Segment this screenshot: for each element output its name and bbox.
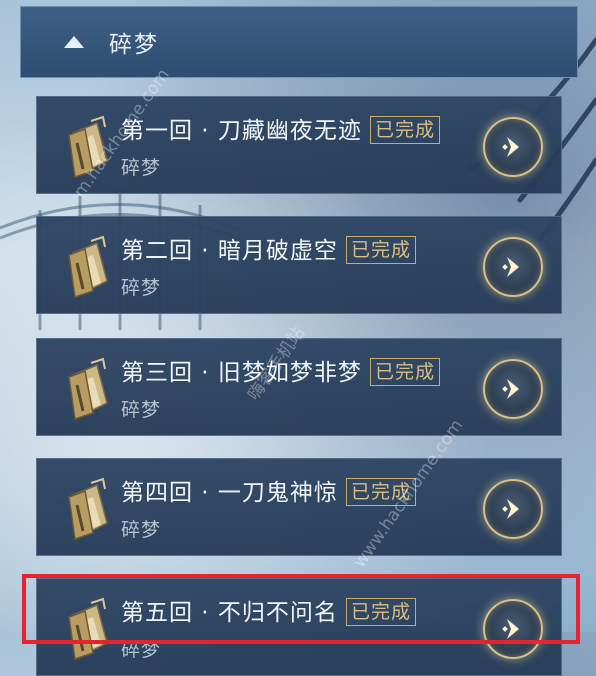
chapter-name: 第四回 · 一刀鬼神惊 [121, 480, 338, 506]
chapter-card-4[interactable]: 第四回 · 一刀鬼神惊 已完成 碎梦 [36, 458, 562, 556]
completed-badge: 已完成 [369, 358, 440, 386]
chapter-name: 第三回 · 旧梦如梦非梦 [121, 360, 362, 386]
chevron-right-icon [502, 499, 519, 519]
scroll-icon [68, 357, 108, 420]
completed-badge: 已完成 [369, 116, 440, 144]
go-button[interactable] [483, 237, 543, 297]
chapter-title: 第二回 · 暗月破虚空 已完成 [121, 231, 416, 265]
chapter-card-3[interactable]: 第三回 · 旧梦如梦非梦 已完成 碎梦 [36, 338, 562, 436]
chevron-right-icon [502, 379, 519, 399]
go-button[interactable] [483, 479, 543, 539]
chapter-name: 第一回 · 刀藏幽夜无迹 [121, 118, 362, 144]
chevron-up-icon [64, 36, 84, 48]
highlight-box [22, 574, 580, 644]
go-button[interactable] [483, 117, 543, 177]
chapter-title: 第一回 · 刀藏幽夜无迹 已完成 [121, 111, 440, 145]
chapter-subtitle: 碎梦 [121, 277, 162, 299]
completed-badge: 已完成 [345, 236, 416, 264]
chapter-subtitle: 碎梦 [121, 157, 162, 179]
scroll-icon [68, 477, 108, 540]
chevron-right-icon [502, 137, 519, 157]
chevron-right-icon [502, 257, 519, 277]
go-button[interactable] [483, 359, 543, 419]
chapter-title: 第四回 · 一刀鬼神惊 已完成 [121, 473, 416, 507]
chapter-subtitle: 碎梦 [121, 399, 162, 421]
category-title: 碎梦 [109, 32, 159, 58]
chapter-subtitle: 碎梦 [121, 519, 162, 541]
chapter-card-2[interactable]: 第二回 · 暗月破虚空 已完成 碎梦 [36, 216, 562, 314]
chapter-name: 第二回 · 暗月破虚空 [121, 238, 338, 264]
category-header[interactable]: 碎梦 [20, 6, 578, 78]
scroll-icon [68, 235, 108, 298]
